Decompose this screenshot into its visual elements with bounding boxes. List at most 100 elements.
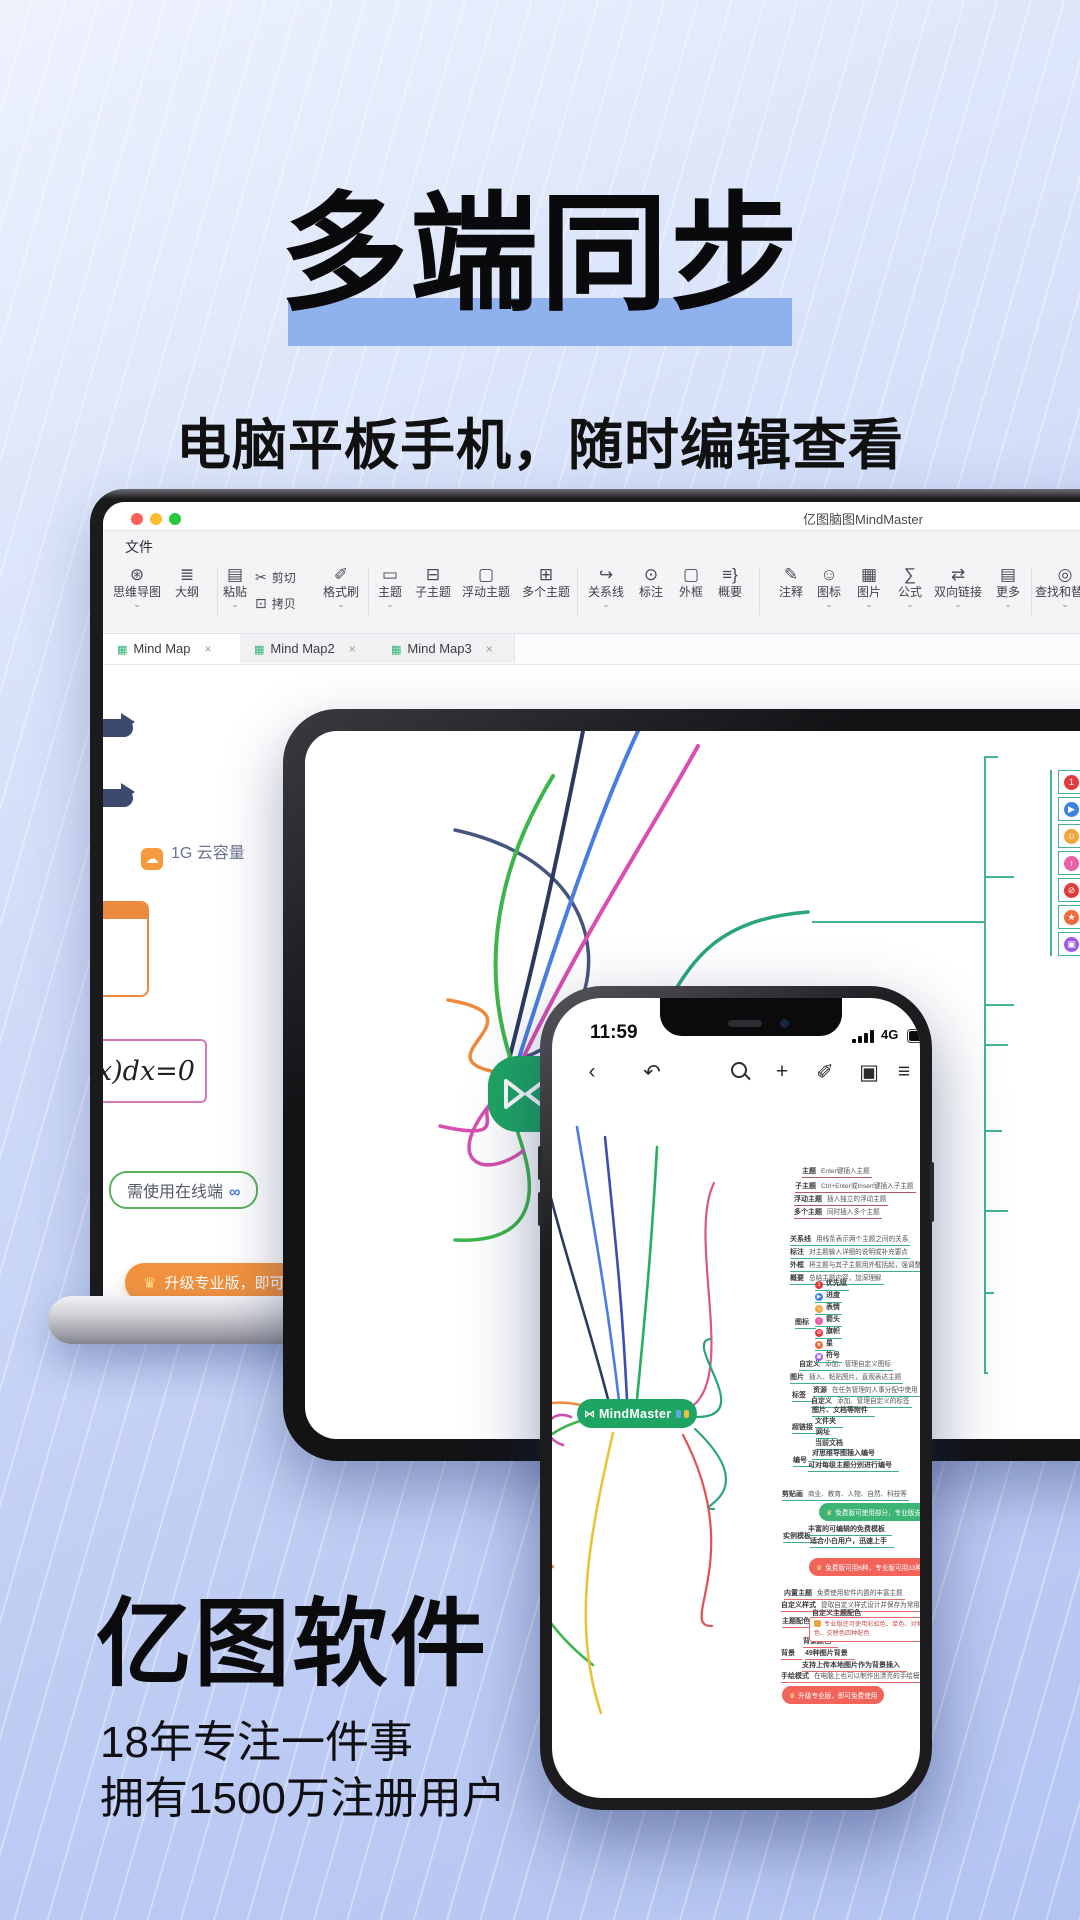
ribbon-button-icon: ⊟ [415, 565, 451, 585]
power-button [930, 1162, 934, 1222]
ribbon: ⊛ 思维导图 ⌄ ≣ 大纲 ▤ 粘贴 [103, 561, 1080, 634]
maximize-window-button[interactable] [169, 513, 181, 525]
branch-line [984, 756, 998, 758]
cloud-icon: ☁ [141, 848, 163, 870]
document-tab[interactable]: ▦Mind Map3× [377, 634, 515, 663]
online-topic-node[interactable]: 需使用在线端∞ [109, 1171, 258, 1209]
ribbon-button[interactable]: ⊙ 标注 [639, 565, 663, 600]
ribbon-separator [577, 567, 578, 615]
mindmap-row[interactable]: 图标 [795, 1317, 816, 1329]
icon-chip[interactable]: ▣ [1058, 932, 1080, 956]
document-tab[interactable]: ▦Mind Map× [103, 634, 241, 664]
brand-tagline-2: 拥有1500万注册用户 [100, 1762, 506, 1826]
ribbon-button[interactable]: ✂剪切 [255, 569, 296, 586]
cloud-storage-item[interactable]: ☁1G 云容量 [141, 839, 245, 870]
icon-chip[interactable]: ▶ [1058, 797, 1080, 821]
document-tab[interactable]: ▦Mind Map2× [240, 634, 378, 663]
ribbon-button[interactable]: ◎ 查找和替换 ⌄ [1035, 565, 1080, 608]
mindmap-row[interactable]: 对思维导图插入编号 [812, 1448, 882, 1460]
ribbon-button[interactable]: ▦ 图片 ⌄ [857, 565, 881, 608]
mindmap-row[interactable]: 浮动主题插入独立的浮动主题 [794, 1193, 888, 1206]
icon-chip[interactable]: ☺ [1058, 824, 1080, 848]
ribbon-button-icon: ≡} [718, 565, 742, 585]
close-window-button[interactable] [131, 513, 143, 525]
ribbon-button[interactable]: ▤ 粘贴 ⌄ [223, 565, 247, 608]
ribbon-button[interactable]: ⊞ 多个主题 [522, 565, 570, 600]
icon-chip[interactable]: ★ [1058, 905, 1080, 929]
ribbon-button-icon: ✐ [323, 565, 359, 585]
mindmap-row[interactable]: 标注对主题输入详细的说明或补充要点 [790, 1246, 910, 1259]
icon-chip[interactable]: ⊘ [1058, 878, 1080, 902]
ribbon-button[interactable]: ▢ 外框 [679, 565, 703, 600]
close-tab-icon[interactable]: × [486, 642, 493, 656]
mindmap-row[interactable]: 子主题Ctrl+Enter或Insert键插入子主题 [795, 1180, 916, 1193]
topic-node[interactable] [103, 719, 133, 737]
ribbon-button-icon: ⇄ [934, 565, 982, 585]
icon-chip[interactable]: 1 [1058, 770, 1080, 794]
crown-icon: ♛ [789, 1693, 795, 1700]
icon-chip[interactable]: ↑ [1058, 851, 1080, 875]
mindmap-row[interactable]: 手绘模式在电脑上也可以制作出漂亮的手绘模式思维导图 [781, 1670, 920, 1683]
ribbon-button[interactable]: ∑ 公式 ⌄ [898, 565, 922, 608]
ribbon-button-icon: ▭ [378, 565, 402, 585]
ribbon-button[interactable]: ▤ 更多 ⌄ [996, 565, 1020, 608]
volume-up-button [538, 1146, 542, 1180]
close-tab-icon[interactable]: × [204, 642, 211, 656]
ribbon-button[interactable]: ⊛ 思维导图 ⌄ [113, 565, 161, 608]
ribbon-button-icon: ☺ [817, 565, 841, 585]
mindmap-row[interactable]: 主题Enter键插入主题 [802, 1165, 872, 1178]
mindmap-row[interactable]: 关系线用线条表示两个主题之间的关系 [790, 1233, 910, 1246]
table-node[interactable] [103, 901, 149, 997]
chevron-down-icon: ⌄ [378, 600, 402, 608]
ribbon-separator [368, 567, 369, 615]
ribbon-button[interactable]: ↪ 关系线 ⌄ [588, 565, 624, 608]
mindmap-row[interactable]: 可对每级主题分别进行编号 [808, 1460, 899, 1472]
ribbon-button-icon: ⊡ [255, 595, 267, 611]
mindmap-row[interactable]: 背景 [781, 1648, 802, 1660]
ribbon-separator [217, 567, 218, 615]
topic-node[interactable] [103, 789, 133, 807]
ribbon-button-icon: ▢ [462, 565, 510, 585]
ribbon-separator [1031, 567, 1032, 615]
mindmap-icon: ▣ [1064, 937, 1079, 952]
close-tab-icon[interactable]: × [349, 642, 356, 656]
mindmap-row[interactable]: 自定义添加、管理自定义图标 [799, 1358, 893, 1371]
mindmap-icon-row[interactable]: ▣符号 [815, 1350, 842, 1363]
version-limit-callout: ♛免费版可用6种，专业版可用33种 [809, 1558, 920, 1576]
formula-node[interactable]: ∫(x)dx=0 [103, 1039, 207, 1103]
ribbon-button[interactable]: ⇄ 双向链接 ⌄ [934, 565, 982, 608]
mindmap-row[interactable]: 多个主题同时插入多个主题 [794, 1206, 882, 1219]
ribbon-button[interactable]: ≡} 概要 [718, 565, 742, 600]
mindmap-row[interactable]: 丰富的可编辑的免费模板 [808, 1524, 892, 1536]
ribbon-button-icon: ▢ [679, 565, 703, 585]
mindmap-row[interactable]: 外框将主题与其子主题用外框括起，强调整体关系 [790, 1259, 920, 1272]
menu-file[interactable]: 文件 [125, 537, 153, 557]
ribbon-button[interactable]: ▭ 主题 ⌄ [378, 565, 402, 608]
crown-icon: ♛ [826, 1510, 832, 1517]
mindmap-row[interactable]: 适合小白用户，迅速上手 [810, 1536, 894, 1548]
mindmap-row[interactable]: 49种图片背景 [805, 1648, 855, 1660]
chevron-down-icon: ⌄ [588, 600, 624, 608]
ribbon-button-icon: ⊙ [639, 565, 663, 585]
minimize-window-button[interactable] [150, 513, 162, 525]
phone-mindmap[interactable]: 主题Enter键插入主题 子主题Ctrl+Enter或Insert键插入子主题 … [552, 998, 920, 1798]
ribbon-button[interactable]: ≣ 大纲 [175, 565, 199, 600]
mindmap-icon: 1 [1064, 775, 1079, 790]
page-subtitle: 电脑平板手机，随时编辑查看 [0, 400, 1080, 480]
ribbon-button[interactable]: ⊡拷贝 [255, 595, 296, 612]
chevron-down-icon: ⌄ [817, 600, 841, 608]
chevron-down-icon: ⌄ [113, 600, 161, 608]
mindmaster-central-node[interactable]: MindMaster [577, 1399, 697, 1428]
ribbon-button[interactable]: ⊟ 子主题 [415, 565, 451, 600]
mindmap-row[interactable]: 标签 [792, 1390, 813, 1402]
ribbon-button[interactable]: ☺ 图标 ⌄ [817, 565, 841, 608]
mindmap-row[interactable]: 剪贴画商业、教育、人物、自然、科技等 [782, 1488, 909, 1501]
branch-line [984, 756, 986, 1372]
branch-line [984, 1292, 994, 1294]
window-titlebar: 亿图脑图MindMaster [103, 502, 1080, 530]
ribbon-button[interactable]: ✎ 注释 [779, 565, 803, 600]
upgrade-callout: ♛升级专业版，即可免费使用 [782, 1686, 884, 1704]
ribbon-button[interactable]: ✐ 格式刷 ⌄ [323, 565, 359, 608]
ribbon-button[interactable]: ▢ 浮动主题 [462, 565, 510, 600]
mindmap-row[interactable]: 图片插入、粘贴图片，直观表达主题 [790, 1371, 903, 1384]
